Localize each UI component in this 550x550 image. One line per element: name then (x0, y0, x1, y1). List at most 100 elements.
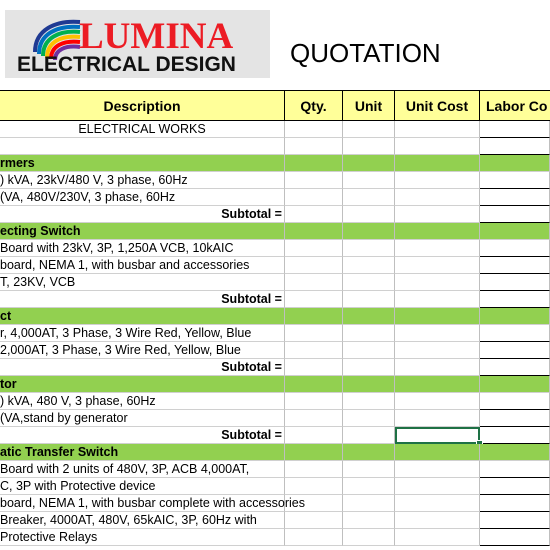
labor-cost-cell[interactable] (480, 529, 550, 546)
labor-cost-cell[interactable] (480, 274, 550, 291)
labor-cost-cell[interactable] (480, 121, 550, 138)
unit-cost-cell[interactable] (395, 257, 480, 274)
unit-cell[interactable] (343, 410, 395, 427)
description-cell[interactable]: tor (0, 376, 285, 393)
description-cell[interactable]: r, 4,000AT, 3 Phase, 3 Wire Red, Yellow,… (0, 325, 285, 342)
unit-cost-cell[interactable] (395, 172, 480, 189)
description-cell[interactable]: Subtotal = (0, 206, 285, 223)
unit-cost-cell[interactable] (395, 138, 480, 155)
description-cell[interactable]: Subtotal = (0, 291, 285, 308)
description-cell[interactable]: Protective Relays (0, 529, 285, 546)
unit-cost-cell[interactable] (395, 206, 480, 223)
qty-cell[interactable] (285, 308, 343, 325)
labor-cost-cell[interactable] (480, 393, 550, 410)
qty-cell[interactable] (285, 359, 343, 376)
description-cell[interactable]: Subtotal = (0, 359, 285, 376)
description-cell[interactable]: ct (0, 308, 285, 325)
qty-cell[interactable] (285, 495, 343, 512)
unit-cell[interactable] (343, 223, 395, 240)
unit-cell[interactable] (343, 512, 395, 529)
qty-cell[interactable] (285, 121, 343, 138)
description-cell[interactable]: board, NEMA 1, with busbar complete with… (0, 495, 305, 512)
unit-cell[interactable] (343, 274, 395, 291)
unit-cell[interactable] (343, 461, 395, 478)
unit-cell[interactable] (343, 155, 395, 172)
labor-cost-cell[interactable] (480, 138, 550, 155)
labor-cost-cell[interactable] (480, 308, 550, 325)
unit-cell[interactable] (343, 393, 395, 410)
qty-cell[interactable] (285, 291, 343, 308)
unit-cost-cell[interactable] (395, 274, 480, 291)
description-cell[interactable]: (VA, 480V/230V, 3 phase, 60Hz (0, 189, 285, 206)
qty-cell[interactable] (285, 444, 343, 461)
labor-cost-cell[interactable] (480, 240, 550, 257)
unit-cell[interactable] (343, 427, 395, 444)
qty-cell[interactable] (285, 172, 343, 189)
qty-cell[interactable] (285, 529, 343, 546)
qty-cell[interactable] (285, 257, 343, 274)
labor-cost-cell[interactable] (480, 257, 550, 274)
qty-cell[interactable] (285, 512, 343, 529)
unit-cost-cell[interactable] (395, 223, 480, 240)
unit-cell[interactable] (343, 189, 395, 206)
column-header-labor-cost[interactable]: Labor Co (480, 90, 550, 121)
unit-cell[interactable] (343, 478, 395, 495)
unit-cell[interactable] (343, 172, 395, 189)
unit-cost-cell[interactable] (395, 461, 480, 478)
description-cell[interactable]: (VA,stand by generator (0, 410, 285, 427)
description-cell[interactable]: rmers (0, 155, 285, 172)
description-cell[interactable]: ) kVA, 480 V, 3 phase, 60Hz (0, 393, 285, 410)
unit-cell[interactable] (343, 257, 395, 274)
description-cell[interactable]: ELECTRICAL WORKS (0, 121, 285, 138)
qty-cell[interactable] (285, 138, 343, 155)
labor-cost-cell[interactable] (480, 478, 550, 495)
description-cell[interactable]: C, 3P with Protective device (0, 478, 285, 495)
labor-cost-cell[interactable] (480, 206, 550, 223)
qty-cell[interactable] (285, 393, 343, 410)
description-cell[interactable]: atic Transfer Switch (0, 444, 285, 461)
unit-cost-cell[interactable] (395, 359, 480, 376)
labor-cost-cell[interactable] (480, 291, 550, 308)
qty-cell[interactable] (285, 223, 343, 240)
labor-cost-cell[interactable] (480, 189, 550, 206)
unit-cost-cell[interactable] (395, 189, 480, 206)
qty-cell[interactable] (285, 206, 343, 223)
unit-cost-cell[interactable] (395, 529, 480, 546)
description-cell[interactable]: board, NEMA 1, with busbar and accessori… (0, 257, 285, 274)
description-cell[interactable]: Board with 2 units of 480V, 3P, ACB 4,00… (0, 461, 285, 478)
unit-cost-cell[interactable] (395, 444, 480, 461)
unit-cell[interactable] (343, 529, 395, 546)
description-cell[interactable]: ) kVA, 23kV/480 V, 3 phase, 60Hz (0, 172, 285, 189)
qty-cell[interactable] (285, 274, 343, 291)
unit-cell[interactable] (343, 291, 395, 308)
qty-cell[interactable] (285, 155, 343, 172)
description-cell[interactable]: 2,000AT, 3 Phase, 3 Wire Red, Yellow, Bl… (0, 342, 285, 359)
description-cell[interactable]: Board with 23kV, 3P, 1,250A VCB, 10kAIC (0, 240, 285, 257)
unit-cost-cell[interactable] (395, 325, 480, 342)
unit-cost-cell[interactable] (395, 495, 480, 512)
unit-cost-cell[interactable] (395, 376, 480, 393)
unit-cell[interactable] (343, 206, 395, 223)
unit-cost-cell[interactable] (395, 240, 480, 257)
description-cell[interactable]: Breaker, 4000AT, 480V, 65kAIC, 3P, 60Hz … (0, 512, 285, 529)
unit-cell[interactable] (343, 444, 395, 461)
qty-cell[interactable] (285, 240, 343, 257)
qty-cell[interactable] (285, 461, 343, 478)
labor-cost-cell[interactable] (480, 376, 550, 393)
labor-cost-cell[interactable] (480, 410, 550, 427)
labor-cost-cell[interactable] (480, 495, 550, 512)
labor-cost-cell[interactable] (480, 359, 550, 376)
column-header-unit[interactable]: Unit (343, 90, 395, 121)
labor-cost-cell[interactable] (480, 461, 550, 478)
qty-cell[interactable] (285, 342, 343, 359)
unit-cost-cell[interactable] (395, 342, 480, 359)
description-cell[interactable]: Subtotal = (0, 427, 285, 444)
unit-cost-cell[interactable] (395, 512, 480, 529)
unit-cost-cell[interactable] (395, 478, 480, 495)
unit-cell[interactable] (343, 308, 395, 325)
unit-cell[interactable] (343, 325, 395, 342)
labor-cost-cell[interactable] (480, 172, 550, 189)
labor-cost-cell[interactable] (480, 223, 550, 240)
labor-cost-cell[interactable] (480, 325, 550, 342)
unit-cost-cell[interactable] (395, 291, 480, 308)
